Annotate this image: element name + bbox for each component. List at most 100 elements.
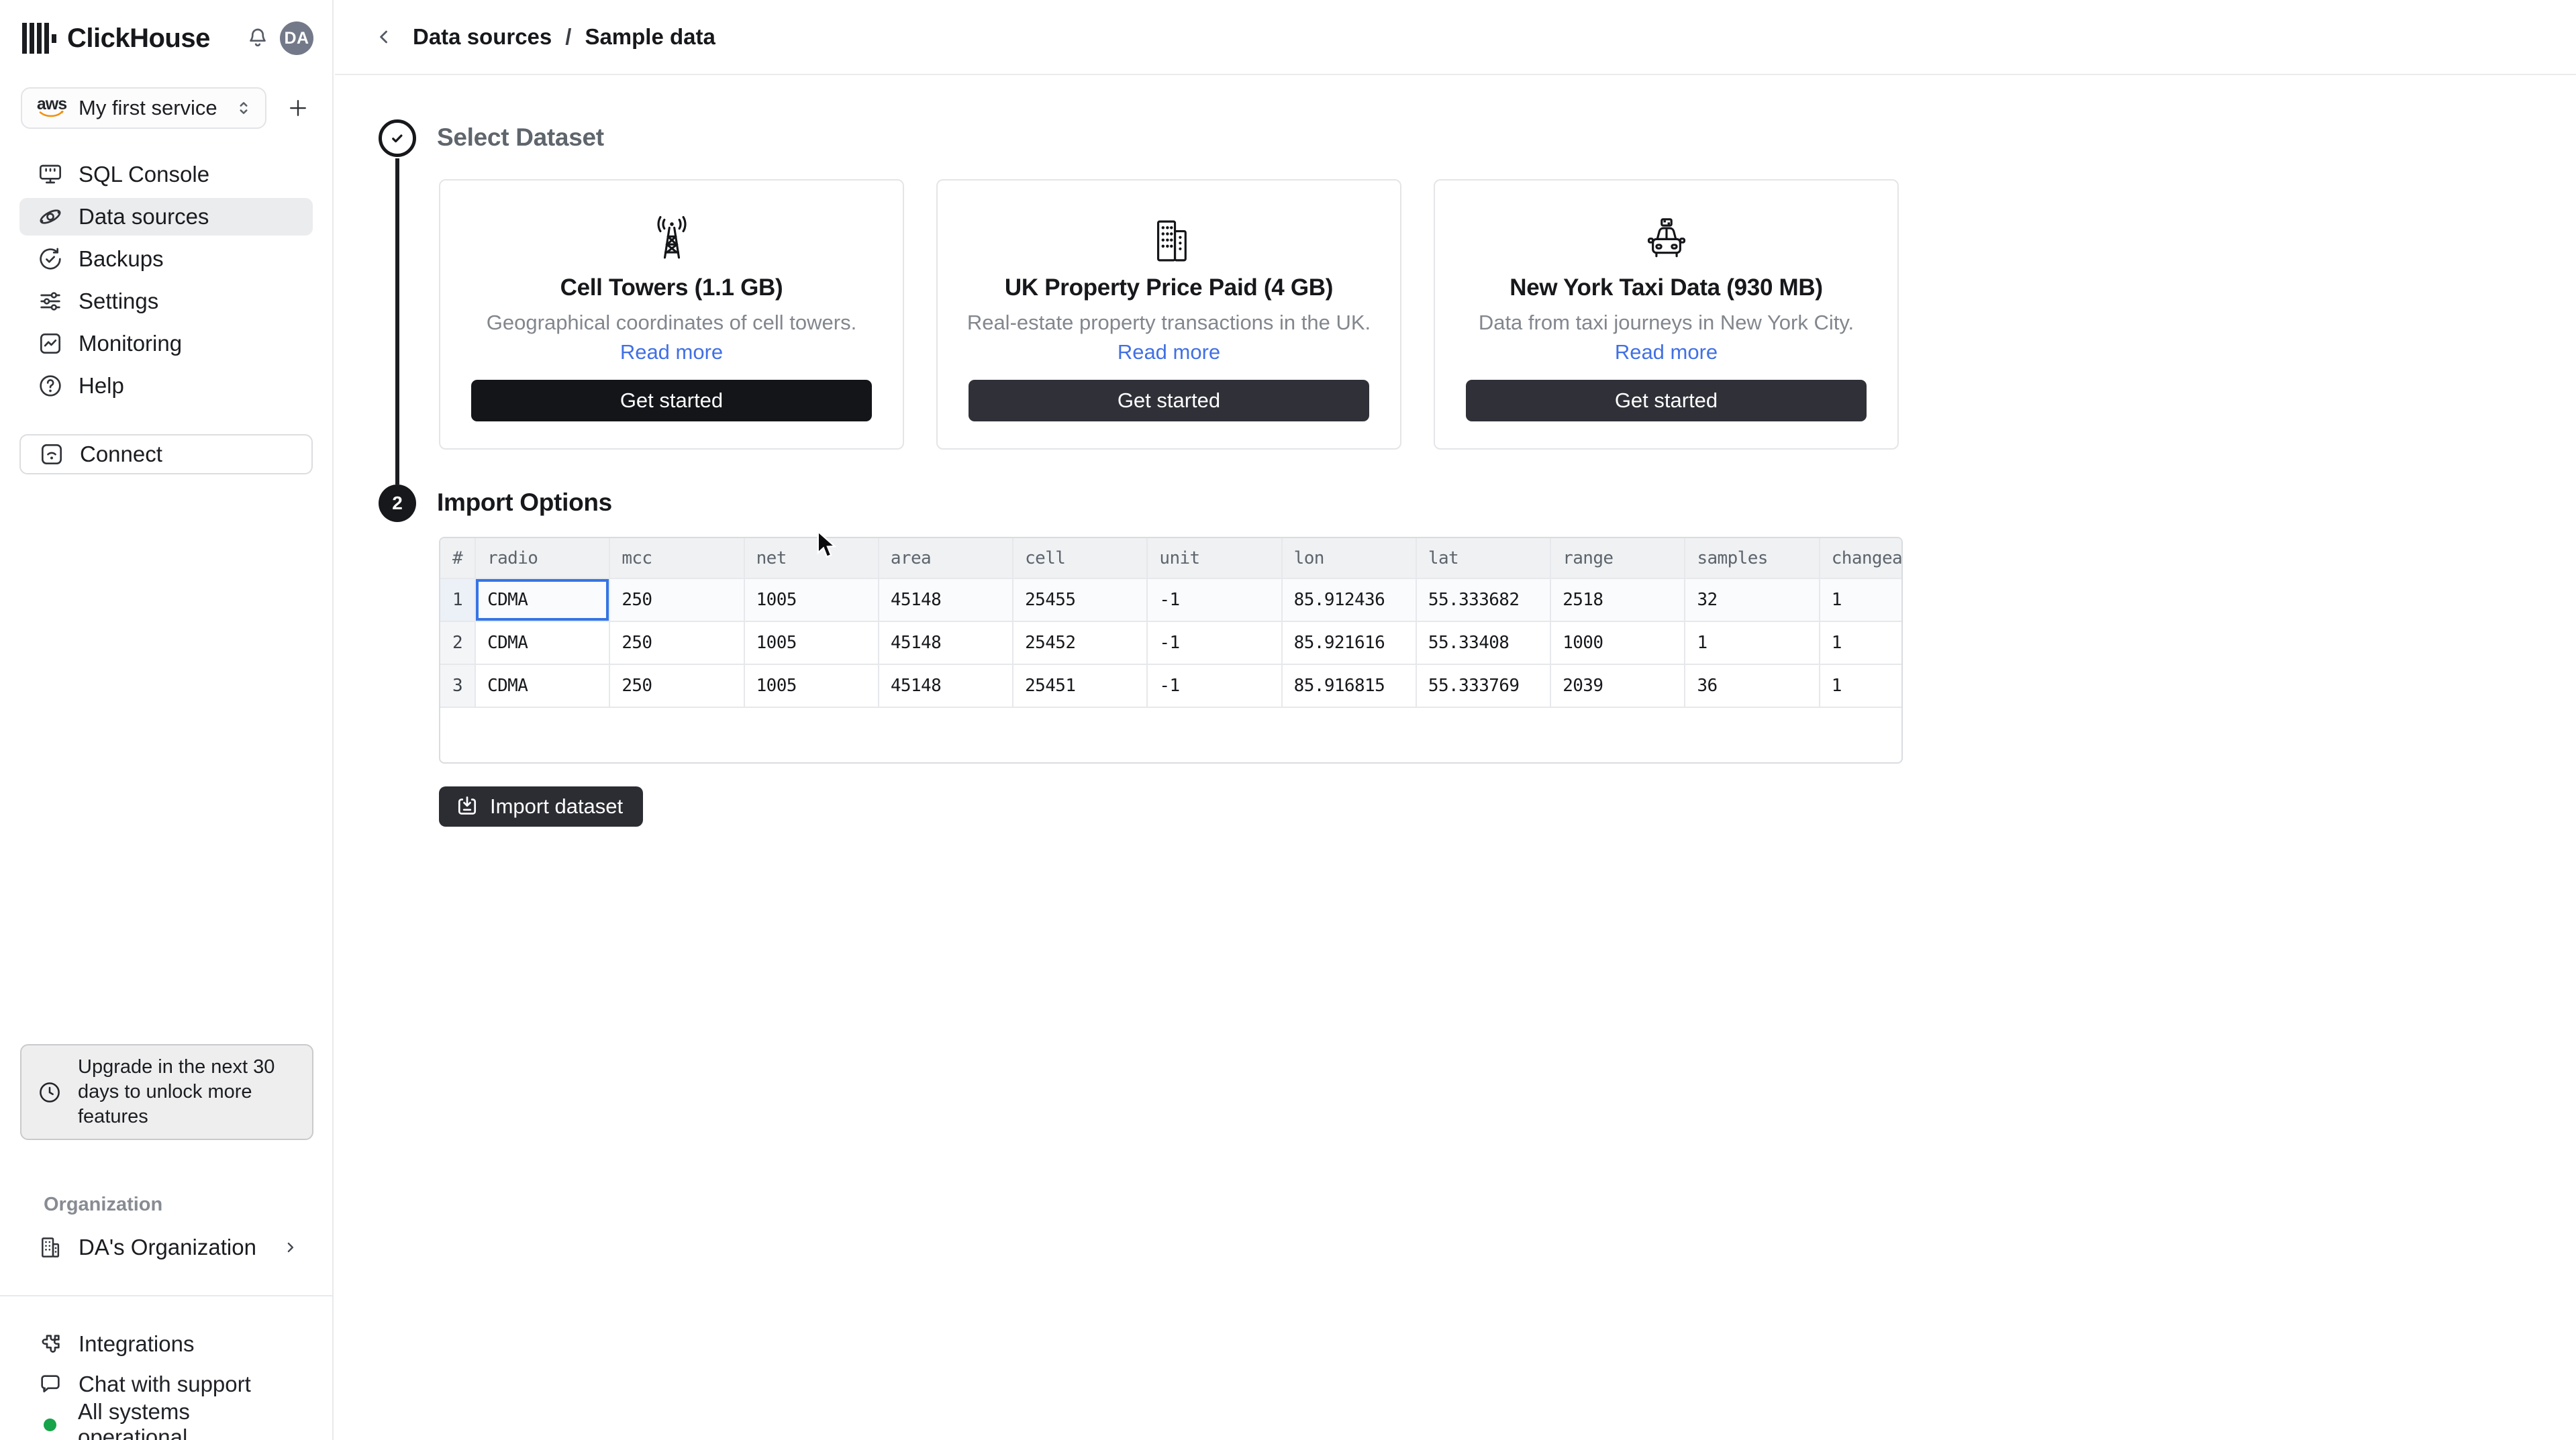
table-cell-cell[interactable]: 25451	[1013, 664, 1148, 708]
column-header-lat[interactable]: lat	[1416, 538, 1552, 579]
table-cell-lon[interactable]: 85.912436	[1281, 578, 1417, 622]
select-dataset-title: Select Dataset	[437, 123, 604, 151]
table-cell-net[interactable]: 1005	[744, 664, 879, 708]
table-cell-area[interactable]: 45148	[878, 578, 1014, 622]
table-cell-area[interactable]: 45148	[878, 664, 1014, 708]
sidebar-divider	[0, 1295, 332, 1296]
column-header-changeable[interactable]: changeable	[1819, 538, 1901, 579]
user-avatar[interactable]: DA	[280, 21, 313, 55]
table-cell-lon[interactable]: 85.916815	[1281, 664, 1417, 708]
sidebar-item-chat-support[interactable]: Chat with support	[19, 1369, 313, 1400]
table-cell-lon[interactable]: 85.921616	[1281, 621, 1417, 665]
table-cell-samples[interactable]: 1	[1685, 621, 1820, 665]
sidebar-item-help[interactable]: Help	[19, 367, 313, 405]
breadcrumb-parent[interactable]: Data sources	[413, 24, 552, 50]
read-more-link[interactable]: Read more	[1118, 339, 1220, 366]
sidebar-item-label: Monitoring	[79, 331, 183, 356]
get-started-button[interactable]: Get started	[1466, 380, 1867, 421]
table-cell-lat[interactable]: 55.33408	[1416, 621, 1552, 665]
dataset-title: UK Property Price Paid (4 GB)	[1004, 274, 1334, 301]
column-header-unit[interactable]: unit	[1147, 538, 1283, 579]
table-row: 1 CDMA 250 1005 45148 25455 -1 85.912436 55.3336…	[440, 578, 1901, 622]
column-header-lon[interactable]: lon	[1281, 538, 1417, 579]
sql-console-icon	[37, 161, 64, 188]
step-connector	[395, 158, 399, 484]
sidebar-item-data-sources[interactable]: Data sources	[19, 198, 313, 236]
table-cell-lat[interactable]: 55.333682	[1416, 578, 1552, 622]
table-cell-lat[interactable]: 55.333769	[1416, 664, 1552, 708]
table-cell-mcc[interactable]: 250	[609, 621, 745, 665]
table-cell-cell[interactable]: 25452	[1013, 621, 1148, 665]
organization-switcher[interactable]: DA's Organization	[19, 1229, 313, 1266]
sidebar-item-label: Data sources	[79, 204, 209, 229]
table-cell-radio[interactable]: CDMA	[475, 578, 611, 622]
read-more-link[interactable]: Read more	[1615, 339, 1718, 366]
chat-bubble-icon	[37, 1371, 64, 1398]
read-more-link[interactable]: Read more	[620, 339, 723, 366]
dataset-description: Data from taxi journeys in New York City…	[1478, 311, 1854, 334]
step-1-indicator	[379, 119, 416, 157]
table-cell-area[interactable]: 45148	[878, 621, 1014, 665]
dataset-card-ny-taxi: New York Taxi Data (930 MB) Data from ta…	[1434, 179, 1899, 450]
table-cell-cell[interactable]: 25455	[1013, 578, 1148, 622]
table-cell-radio[interactable]: CDMA	[475, 621, 611, 665]
data-sources-icon	[37, 203, 64, 230]
sidebar-item-backups[interactable]: Backups	[19, 240, 313, 278]
footer-item-label: Chat with support	[79, 1372, 251, 1396]
sidebar-item-label: SQL Console	[79, 162, 210, 187]
chevron-right-icon	[279, 1236, 302, 1259]
table-cell-changeable[interactable]: 1	[1819, 621, 1901, 665]
clock-icon	[21, 1080, 78, 1105]
table-cell-unit[interactable]: -1	[1147, 664, 1283, 708]
table-cell-net[interactable]: 1005	[744, 621, 879, 665]
status-dot-icon	[44, 1418, 56, 1431]
table-cell-unit[interactable]: -1	[1147, 578, 1283, 622]
breadcrumb: Data sources / Sample data	[413, 24, 715, 50]
column-header-range[interactable]: range	[1550, 538, 1686, 579]
table-cell-range[interactable]: 1000	[1550, 621, 1686, 665]
dataset-title: New York Taxi Data (930 MB)	[1509, 274, 1823, 301]
sidebar-item-label: Settings	[79, 289, 159, 313]
table-cell-net[interactable]: 1005	[744, 578, 879, 622]
clickhouse-logo-icon[interactable]	[22, 21, 56, 55]
column-header-samples[interactable]: samples	[1685, 538, 1820, 579]
connect-button[interactable]: Connect	[19, 434, 313, 474]
service-selector[interactable]: aws My first service	[21, 87, 266, 129]
table-cell-radio[interactable]: CDMA	[475, 664, 611, 708]
step-2-indicator: 2	[379, 484, 416, 522]
table-cell-mcc[interactable]: 250	[609, 578, 745, 622]
column-header-radio[interactable]: radio	[475, 538, 611, 579]
sidebar-item-label: Backups	[79, 246, 164, 271]
notifications-bell-icon[interactable]	[244, 25, 271, 52]
get-started-button[interactable]: Get started	[471, 380, 872, 421]
column-header-area[interactable]: area	[878, 538, 1014, 579]
sidebar-item-monitoring[interactable]: Monitoring	[19, 325, 313, 362]
add-service-plus-icon[interactable]	[283, 93, 313, 123]
sidebar-item-integrations[interactable]: Integrations	[19, 1329, 313, 1359]
sidebar-item-settings[interactable]: Settings	[19, 282, 313, 320]
get-started-button[interactable]: Get started	[969, 380, 1369, 421]
table-cell-range[interactable]: 2518	[1550, 578, 1686, 622]
table-cell-changeable[interactable]: 1	[1819, 664, 1901, 708]
dataset-card-cell-towers: Cell Towers (1.1 GB) Geographical coordi…	[439, 179, 904, 450]
column-header-net[interactable]: net	[744, 538, 879, 579]
back-chevron-icon[interactable]	[373, 25, 397, 49]
column-header-cell[interactable]: cell	[1013, 538, 1148, 579]
organization-building-icon	[37, 1234, 64, 1261]
dataset-card-uk-property: UK Property Price Paid (4 GB) Real-estat…	[936, 179, 1401, 450]
upgrade-notice[interactable]: Upgrade in the next 30 days to unlock mo…	[20, 1044, 313, 1140]
import-dataset-button[interactable]: Import dataset	[439, 786, 644, 827]
table-cell-mcc[interactable]: 250	[609, 664, 745, 708]
connect-label: Connect	[80, 442, 162, 466]
column-header-mcc[interactable]: mcc	[609, 538, 745, 579]
brand-title: ClickHouse	[67, 23, 210, 53]
table-cell-samples[interactable]: 36	[1685, 664, 1820, 708]
help-question-icon	[37, 372, 64, 399]
table-cell-samples[interactable]: 32	[1685, 578, 1820, 622]
topbar: Data sources / Sample data	[335, 0, 2576, 75]
table-cell-changeable[interactable]: 1	[1819, 578, 1901, 622]
table-cell-unit[interactable]: -1	[1147, 621, 1283, 665]
system-status[interactable]: All systems operational	[19, 1399, 313, 1440]
table-cell-range[interactable]: 2039	[1550, 664, 1686, 708]
sidebar-item-sql-console[interactable]: SQL Console	[19, 156, 313, 193]
